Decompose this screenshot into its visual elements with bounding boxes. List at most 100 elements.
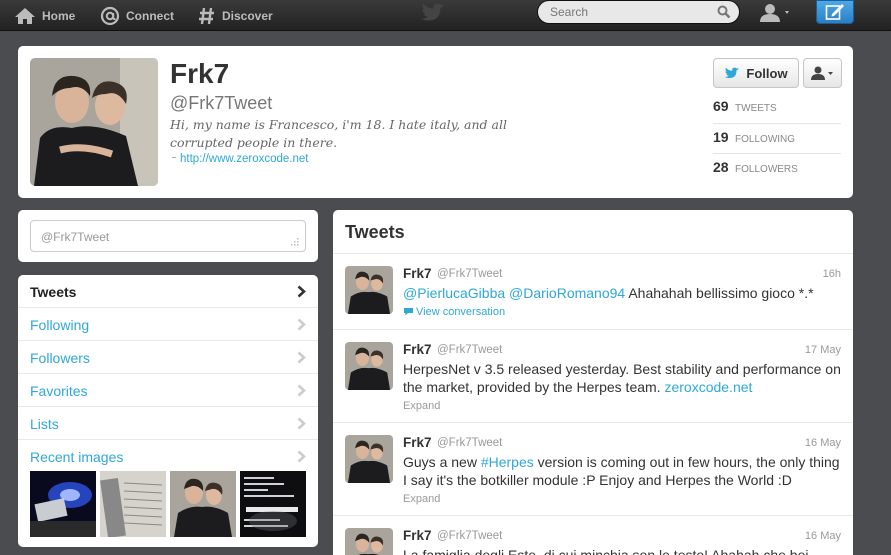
nav-favorites[interactable]: Favorites <box>18 374 318 407</box>
follow-button[interactable]: Follow <box>713 58 799 88</box>
nav-followers[interactable]: Followers <box>18 341 318 374</box>
stat-divider <box>713 153 841 154</box>
stat-followers-count: 28 <box>713 159 729 175</box>
hashtag-link[interactable]: #Herpes <box>481 454 534 470</box>
nav-lists-label: Lists <box>30 416 59 432</box>
nav-tweets-label: Tweets <box>30 284 77 300</box>
stat-following-label: FOLLOWING <box>735 134 796 145</box>
compose-tweet-button[interactable] <box>816 0 854 24</box>
nav-followers-label: Followers <box>30 350 90 366</box>
profile-name: Frk7 <box>170 58 230 89</box>
timeline-heading: Tweets <box>345 222 405 242</box>
view-conversation-link[interactable]: View conversation <box>403 306 505 318</box>
profile-card: Frk7 @Frk7Tweet Hi, my name is Francesco… <box>18 46 853 198</box>
stat-divider <box>713 123 841 124</box>
user-icon <box>760 4 789 22</box>
mention-link[interactable]: @DarioRomano94 <box>509 285 625 301</box>
hashtag-icon <box>199 7 214 24</box>
recent-image-thumb[interactable] <box>170 471 236 537</box>
search-icon[interactable] <box>717 5 731 19</box>
profile-nav-box: Tweets Following Followers Favorites Lis… <box>18 275 318 547</box>
expand-link[interactable]: Expand <box>403 400 440 412</box>
tweet-timestamp[interactable]: 16 May <box>805 437 841 449</box>
speech-bubble-icon <box>404 308 413 316</box>
twitter-bird-icon <box>725 67 740 78</box>
tweet-item[interactable]: Frk7 @Frk7Tweet 17 May HerpesNet v 3.5 r… <box>333 330 853 422</box>
nav-favorites-label: Favorites <box>30 383 88 399</box>
nav-connect[interactable]: Connect <box>100 0 174 31</box>
top-navigation-bar: Home Connect Discover Search <box>0 0 891 31</box>
resize-grip-icon[interactable] <box>289 238 299 246</box>
tweet-text: Guys a new #Herpes version is coming out… <box>403 453 843 489</box>
nav-home-label: Home <box>42 8 76 23</box>
nav-connect-label: Connect <box>126 8 174 23</box>
tweet-body: Ahahahah bellissimo gioco *.* <box>625 285 814 301</box>
tweet-timestamp[interactable]: 16 May <box>805 530 841 542</box>
tweet-avatar[interactable] <box>345 342 393 390</box>
profile-avatar[interactable] <box>30 58 158 186</box>
tweet-author-handle[interactable]: @Frk7Tweet <box>437 344 502 356</box>
user-dropdown-icon <box>810 66 833 80</box>
tweet-item[interactable]: Frk7 @Frk7Tweet 16 May Guys a new #Herpe… <box>333 423 853 515</box>
follow-button-label: Follow <box>746 65 788 81</box>
stat-following-count: 19 <box>713 129 729 145</box>
chevron-right-icon <box>297 285 306 298</box>
user-menu-button[interactable] <box>758 3 794 23</box>
tweet-author-handle[interactable]: @Frk7Tweet <box>437 437 502 449</box>
nav-recent-images[interactable]: Recent images <box>18 440 318 473</box>
tweet-timestamp[interactable]: 16h <box>823 268 841 280</box>
chevron-right-icon <box>297 351 306 364</box>
tweet-author-name[interactable]: Frk7 <box>403 266 432 281</box>
tweet-author-handle[interactable]: @Frk7Tweet <box>437 530 502 542</box>
profile-url-link[interactable]: http://www.zeroxcode.net <box>180 153 308 165</box>
mention-link[interactable]: @PierlucaGibba <box>403 285 505 301</box>
stat-tweets-count: 69 <box>713 98 729 114</box>
nav-recent-images-label: Recent images <box>30 449 124 465</box>
twitter-bird-icon[interactable] <box>420 3 446 23</box>
tweet-link[interactable]: zeroxcode.net <box>664 379 752 395</box>
chevron-right-icon <box>297 450 306 463</box>
tweet-author-name[interactable]: Frk7 <box>403 342 432 357</box>
tweet-author-name[interactable]: Frk7 <box>403 528 432 543</box>
view-conversation-label: View conversation <box>416 306 506 318</box>
nav-discover[interactable]: Discover <box>198 0 273 31</box>
tweet-avatar[interactable] <box>345 266 393 314</box>
tweet-body: HerpesNet v 3.5 released yesterday. Best… <box>403 361 841 395</box>
tweet-to-placeholder: @Frk7Tweet <box>41 230 110 244</box>
tweet-author-handle[interactable]: @Frk7Tweet <box>437 268 502 280</box>
search-input[interactable]: Search <box>537 0 740 24</box>
tweet-text: La famiglia degli Este, di cui minchia s… <box>403 547 809 555</box>
nav-following-label: Following <box>30 317 90 333</box>
recent-image-thumb[interactable] <box>100 471 166 537</box>
expand-link[interactable]: Expand <box>403 493 440 505</box>
recent-image-thumb[interactable] <box>30 471 96 537</box>
home-icon <box>15 7 35 24</box>
user-actions-dropdown[interactable] <box>803 58 842 88</box>
tweet-timestamp[interactable]: 17 May <box>805 344 841 356</box>
chevron-right-icon <box>297 417 306 430</box>
tweet-avatar[interactable] <box>345 435 393 483</box>
nav-lists[interactable]: Lists <box>18 407 318 440</box>
search-placeholder: Search <box>550 5 589 19</box>
tweets-timeline: Tweets Frk7 @Frk7Tweet 16h @PierlucaGibb… <box>333 210 853 555</box>
tweet-item[interactable]: Frk7 @Frk7Tweet 16h @PierlucaGibba @Dari… <box>333 254 853 329</box>
url-separator <box>172 157 176 158</box>
compose-icon <box>825 4 844 20</box>
tweet-item[interactable]: Frk7 @Frk7Tweet 16 May La famiglia degli… <box>333 516 853 555</box>
stat-following[interactable]: 19 FOLLOWING <box>713 129 841 159</box>
at-sign-icon <box>100 6 120 25</box>
nav-home[interactable]: Home <box>14 0 75 31</box>
tweet-avatar[interactable] <box>345 528 393 555</box>
tweet-to-input[interactable]: @Frk7Tweet <box>30 220 306 252</box>
nav-discover-label: Discover <box>222 8 273 23</box>
tweet-body-before: Guys a new <box>403 454 481 470</box>
tweet-text: HerpesNet v 3.5 released yesterday. Best… <box>403 360 843 396</box>
profile-handle: @Frk7Tweet <box>170 93 273 113</box>
nav-tweets[interactable]: Tweets <box>18 275 318 308</box>
nav-following[interactable]: Following <box>18 308 318 341</box>
tweet-author-name[interactable]: Frk7 <box>403 435 432 450</box>
recent-image-thumb[interactable] <box>240 471 306 537</box>
stat-followers[interactable]: 28 FOLLOWERS <box>713 159 841 189</box>
chevron-right-icon <box>297 384 306 397</box>
tweet-to-box: @Frk7Tweet <box>18 210 318 262</box>
